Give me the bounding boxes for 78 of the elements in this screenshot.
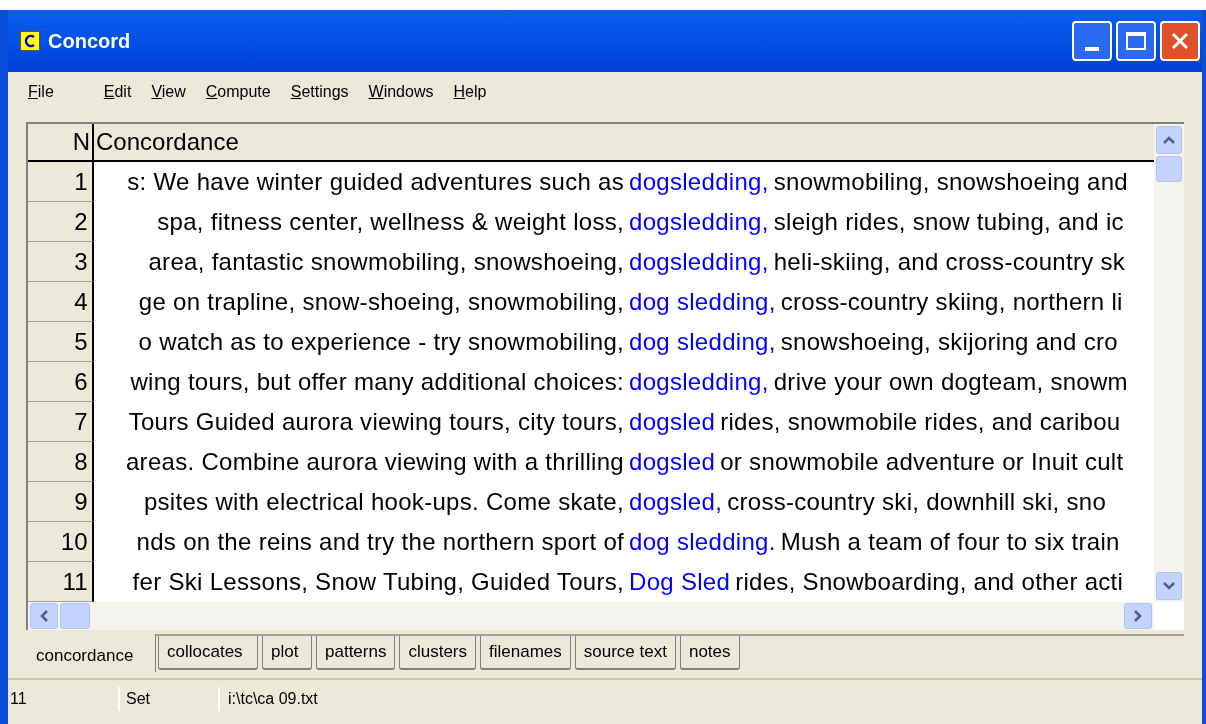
- tab[interactable]: clusters: [399, 636, 476, 670]
- tab[interactable]: patterns: [316, 636, 396, 670]
- minimize-button[interactable]: [1072, 21, 1112, 61]
- keyword: dogsledding,: [629, 247, 770, 277]
- right-context: snowmobiling, snowshoeing and: [773, 167, 1128, 197]
- left-context: s: We have winter guided adventures such as: [127, 167, 624, 197]
- close-icon: [1169, 30, 1191, 52]
- keyword: dog sledding,: [629, 287, 777, 317]
- right-context: or snowmobile adventure or Inuit cult: [720, 447, 1124, 477]
- row-number: 6: [28, 362, 94, 402]
- menu-item[interactable]: Edit: [103, 80, 132, 104]
- keyword: dogsled,: [629, 487, 724, 517]
- row-number: 9: [28, 482, 94, 522]
- row-number: 5: [28, 322, 94, 362]
- keyword: dog sledding.: [629, 527, 777, 557]
- left-context: psites with electrical hook-ups. Come skate,: [143, 487, 624, 517]
- right-context: cross-country ski, downhill ski, sno: [727, 487, 1107, 517]
- menu-item[interactable]: Settings: [290, 80, 349, 104]
- menu-item[interactable]: Windows: [368, 80, 434, 104]
- keyword: dogsledding,: [629, 207, 770, 237]
- tab[interactable]: notes: [679, 636, 740, 670]
- app-icon: [20, 31, 40, 51]
- left-context: nds on the reins and try the northern sport of: [136, 527, 624, 557]
- left-context: spa, fitness center, wellness & weight loss,: [157, 207, 624, 237]
- scroll-thumb[interactable]: [60, 603, 90, 629]
- maximize-button[interactable]: [1116, 21, 1156, 61]
- close-button[interactable]: [1160, 21, 1200, 61]
- right-context: Mush a team of four to six train: [780, 527, 1120, 557]
- right-context: heli-skiing, and cross-country sk: [773, 247, 1126, 277]
- row-number: 8: [28, 442, 94, 482]
- tab[interactable]: source text: [574, 636, 676, 670]
- left-context: wing tours, but offer many additional choices:: [130, 367, 624, 397]
- window-title: Concord: [48, 29, 131, 54]
- right-context: sleigh rides, snow tubing, and ic: [773, 207, 1124, 237]
- status-field: 11: [8, 687, 118, 711]
- right-context: rides, snowmobile rides, and caribou: [720, 407, 1121, 437]
- menu-item[interactable]: Help: [453, 80, 487, 104]
- keyword: dogsledding,: [629, 367, 770, 397]
- tab[interactable]: collocates: [158, 636, 258, 670]
- right-context: drive your own dogteam, snowm: [773, 367, 1128, 397]
- row-number: 3: [28, 242, 94, 282]
- keyword: dogsled: [629, 407, 717, 437]
- tab[interactable]: filenames: [480, 636, 571, 670]
- left-context: o watch as to experience - try snowmobiling,: [138, 327, 624, 357]
- status-field: Set: [118, 687, 218, 711]
- row-number: 4: [28, 282, 94, 322]
- right-context: snowshoeing, skijoring and cro: [780, 327, 1118, 357]
- row-number: 1: [28, 162, 94, 202]
- keyword: Dog Sled: [629, 567, 732, 597]
- keyword: dogsledding,: [629, 167, 770, 197]
- scroll-right-icon[interactable]: [1124, 603, 1152, 629]
- scroll-down-icon[interactable]: [1156, 572, 1182, 600]
- status-field: i:\tc\ca 09.txt: [218, 687, 318, 711]
- column-header: N: [28, 124, 94, 160]
- keyword: dog sledding,: [629, 327, 777, 357]
- left-context: Tours Guided aurora viewing tours, city tours,: [128, 407, 624, 437]
- row-number: 10: [28, 522, 94, 562]
- menu-item[interactable]: View: [151, 80, 186, 104]
- column-header: Concordance: [95, 127, 239, 157]
- tab[interactable]: plot: [262, 636, 312, 670]
- keyword: dogsled: [629, 447, 717, 477]
- row-number: 11: [28, 562, 94, 602]
- left-context: ge on trapline, snow-shoeing, snowmobiling,: [138, 287, 624, 317]
- left-context: fer Ski Lessons, Snow Tubing, Guided Tours,: [132, 567, 624, 597]
- tab[interactable]: concordance: [26, 634, 156, 672]
- row-number: 2: [28, 202, 94, 242]
- left-context: areas. Combine aurora viewing with a thrilling: [125, 447, 624, 477]
- vertical-scrollbar[interactable]: [1154, 124, 1184, 602]
- scroll-left-icon[interactable]: [30, 603, 58, 629]
- scroll-thumb[interactable]: [1156, 156, 1182, 182]
- scroll-up-icon[interactable]: [1156, 126, 1182, 154]
- horizontal-scrollbar[interactable]: [28, 602, 1154, 630]
- left-context: area, fantastic snowmobiling, snowshoeing,: [148, 247, 624, 277]
- right-context: cross-country skiing, northern li: [780, 287, 1123, 317]
- row-number: 7: [28, 402, 94, 442]
- menu-item[interactable]: Compute: [205, 80, 271, 104]
- menu-item[interactable]: File: [28, 80, 54, 104]
- right-context: rides, Snowboarding, and other acti: [735, 567, 1124, 597]
